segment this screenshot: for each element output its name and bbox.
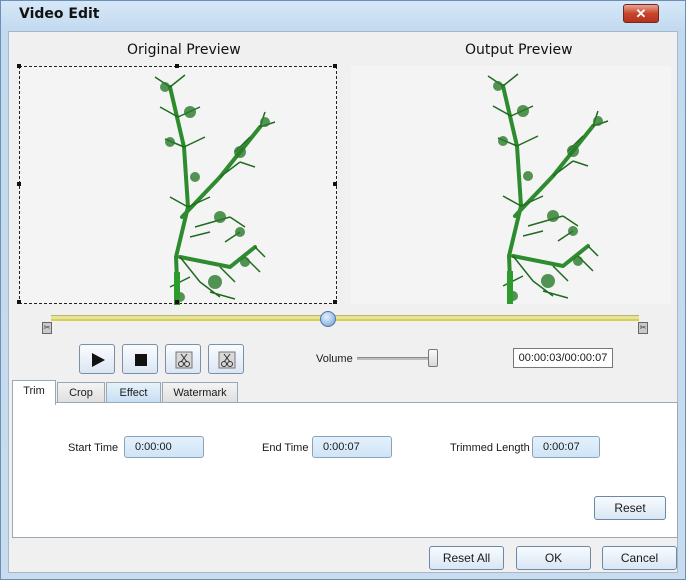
tree-image-output [487, 73, 609, 304]
stop-icon [135, 354, 147, 366]
crop-handle-bottom[interactable] [175, 300, 179, 304]
close-button[interactable]: ✕ [623, 4, 659, 23]
scissors-start-icon [175, 351, 193, 369]
reset-all-button[interactable]: Reset All [429, 546, 504, 570]
end-time-field[interactable]: 0:00:07 [312, 436, 392, 458]
start-time-field[interactable]: 0:00:00 [124, 436, 204, 458]
scissors-end-icon [218, 351, 236, 369]
dialog-body: Original Preview Output Preview ✂ ✂ Volu… [8, 31, 678, 573]
crop-handle-top[interactable] [175, 64, 179, 68]
tree-image [154, 74, 276, 305]
crop-handle-left[interactable] [17, 182, 21, 186]
crop-handle-right[interactable] [333, 182, 337, 186]
trim-panel: Start Time 0:00:00 End Time 0:00:07 Trim… [12, 402, 678, 538]
set-trim-start-button[interactable] [165, 344, 201, 374]
output-preview-label: Output Preview [465, 42, 573, 58]
volume-label: Volume [316, 353, 353, 365]
set-trim-end-button[interactable] [208, 344, 244, 374]
output-preview [351, 66, 671, 304]
reset-button[interactable]: Reset [594, 496, 666, 520]
trim-start-marker[interactable]: ✂ [42, 322, 52, 334]
crop-handle-bottom-right[interactable] [333, 300, 337, 304]
original-preview-label: Original Preview [127, 42, 241, 58]
video-edit-window: Video Edit ✕ Original Preview Output Pre… [0, 0, 686, 580]
start-time-label: Start Time [68, 442, 119, 454]
end-time-label: End Time [262, 442, 309, 454]
trimmed-length-label: Trimmed Length [450, 442, 530, 454]
timeline-track[interactable] [51, 315, 639, 321]
volume-slider-track[interactable] [357, 357, 437, 360]
title-bar: Video Edit ✕ [1, 1, 685, 29]
cancel-button[interactable]: Cancel [602, 546, 677, 570]
original-preview[interactable] [17, 64, 337, 305]
crop-handle-top-left[interactable] [17, 64, 21, 68]
play-icon [92, 353, 105, 367]
trimmed-length-field: 0:00:07 [532, 436, 600, 458]
crop-handle-bottom-left[interactable] [17, 300, 21, 304]
tab-effect[interactable]: Effect [106, 382, 161, 403]
tab-crop[interactable]: Crop [57, 382, 105, 403]
volume-slider-thumb[interactable] [428, 349, 438, 367]
trim-end-marker[interactable]: ✂ [638, 322, 648, 334]
stop-button[interactable] [122, 344, 158, 374]
crop-handle-top-right[interactable] [333, 64, 337, 68]
time-display: 00:00:03/00:00:07 [513, 348, 613, 368]
play-button[interactable] [79, 344, 115, 374]
seek-slider-thumb[interactable] [320, 311, 336, 327]
tab-trim[interactable]: Trim [12, 380, 56, 405]
tab-watermark[interactable]: Watermark [162, 382, 238, 403]
ok-button[interactable]: OK [516, 546, 591, 570]
window-title: Video Edit [19, 6, 100, 22]
